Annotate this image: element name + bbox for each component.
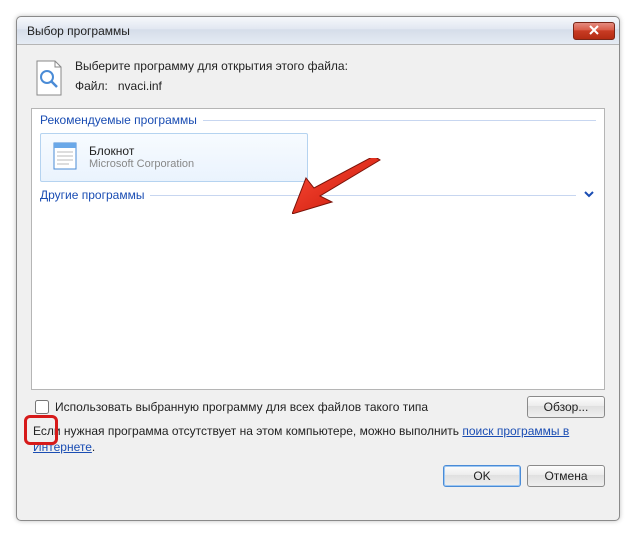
button-row: OK Отмена	[31, 465, 605, 487]
file-search-icon	[33, 59, 65, 100]
note-suffix: .	[92, 440, 95, 454]
titlebar[interactable]: Выбор программы	[17, 17, 619, 45]
bottom-area: Использовать выбранную программу для все…	[31, 390, 605, 487]
close-icon	[588, 24, 600, 38]
chevron-down-icon	[582, 188, 596, 202]
window-title: Выбор программы	[27, 24, 573, 38]
browse-button[interactable]: Обзор...	[527, 396, 605, 418]
note-prefix: Если нужная программа отсутствует на это…	[33, 424, 462, 438]
file-row: Файл: nvaci.inf	[75, 79, 348, 93]
program-list: Рекомендуемые программы Блокнот	[31, 108, 605, 390]
dialog-window: Выбор программы Выберите программу для о…	[16, 16, 620, 521]
program-publisher: Microsoft Corporation	[89, 158, 194, 171]
close-button[interactable]	[573, 22, 615, 40]
ok-button[interactable]: OK	[443, 465, 521, 487]
program-text: Блокнот Microsoft Corporation	[89, 144, 194, 172]
program-name: Блокнот	[89, 144, 194, 158]
divider	[203, 120, 596, 121]
notepad-icon	[49, 140, 81, 175]
always-use-checkbox[interactable]	[35, 400, 49, 414]
header-text: Выберите программу для открытия этого фа…	[75, 59, 348, 93]
divider	[150, 195, 576, 196]
group-recommended-label: Рекомендуемые программы	[40, 113, 197, 127]
dialog-content: Выберите программу для открытия этого фа…	[17, 45, 619, 520]
note-text: Если нужная программа отсутствует на это…	[33, 424, 605, 455]
cancel-button[interactable]: Отмена	[527, 465, 605, 487]
file-label: Файл:	[75, 79, 108, 93]
instruction-text: Выберите программу для открытия этого фа…	[75, 59, 348, 73]
header-row: Выберите программу для открытия этого фа…	[31, 55, 605, 108]
group-other-label: Другие программы	[40, 188, 144, 202]
group-recommended[interactable]: Рекомендуемые программы	[32, 109, 604, 131]
program-notepad[interactable]: Блокнот Microsoft Corporation	[40, 133, 308, 182]
file-name: nvaci.inf	[118, 79, 162, 93]
group-other[interactable]: Другие программы	[32, 184, 604, 206]
checkbox-row: Использовать выбранную программу для все…	[31, 400, 605, 414]
always-use-label: Использовать выбранную программу для все…	[55, 400, 605, 414]
